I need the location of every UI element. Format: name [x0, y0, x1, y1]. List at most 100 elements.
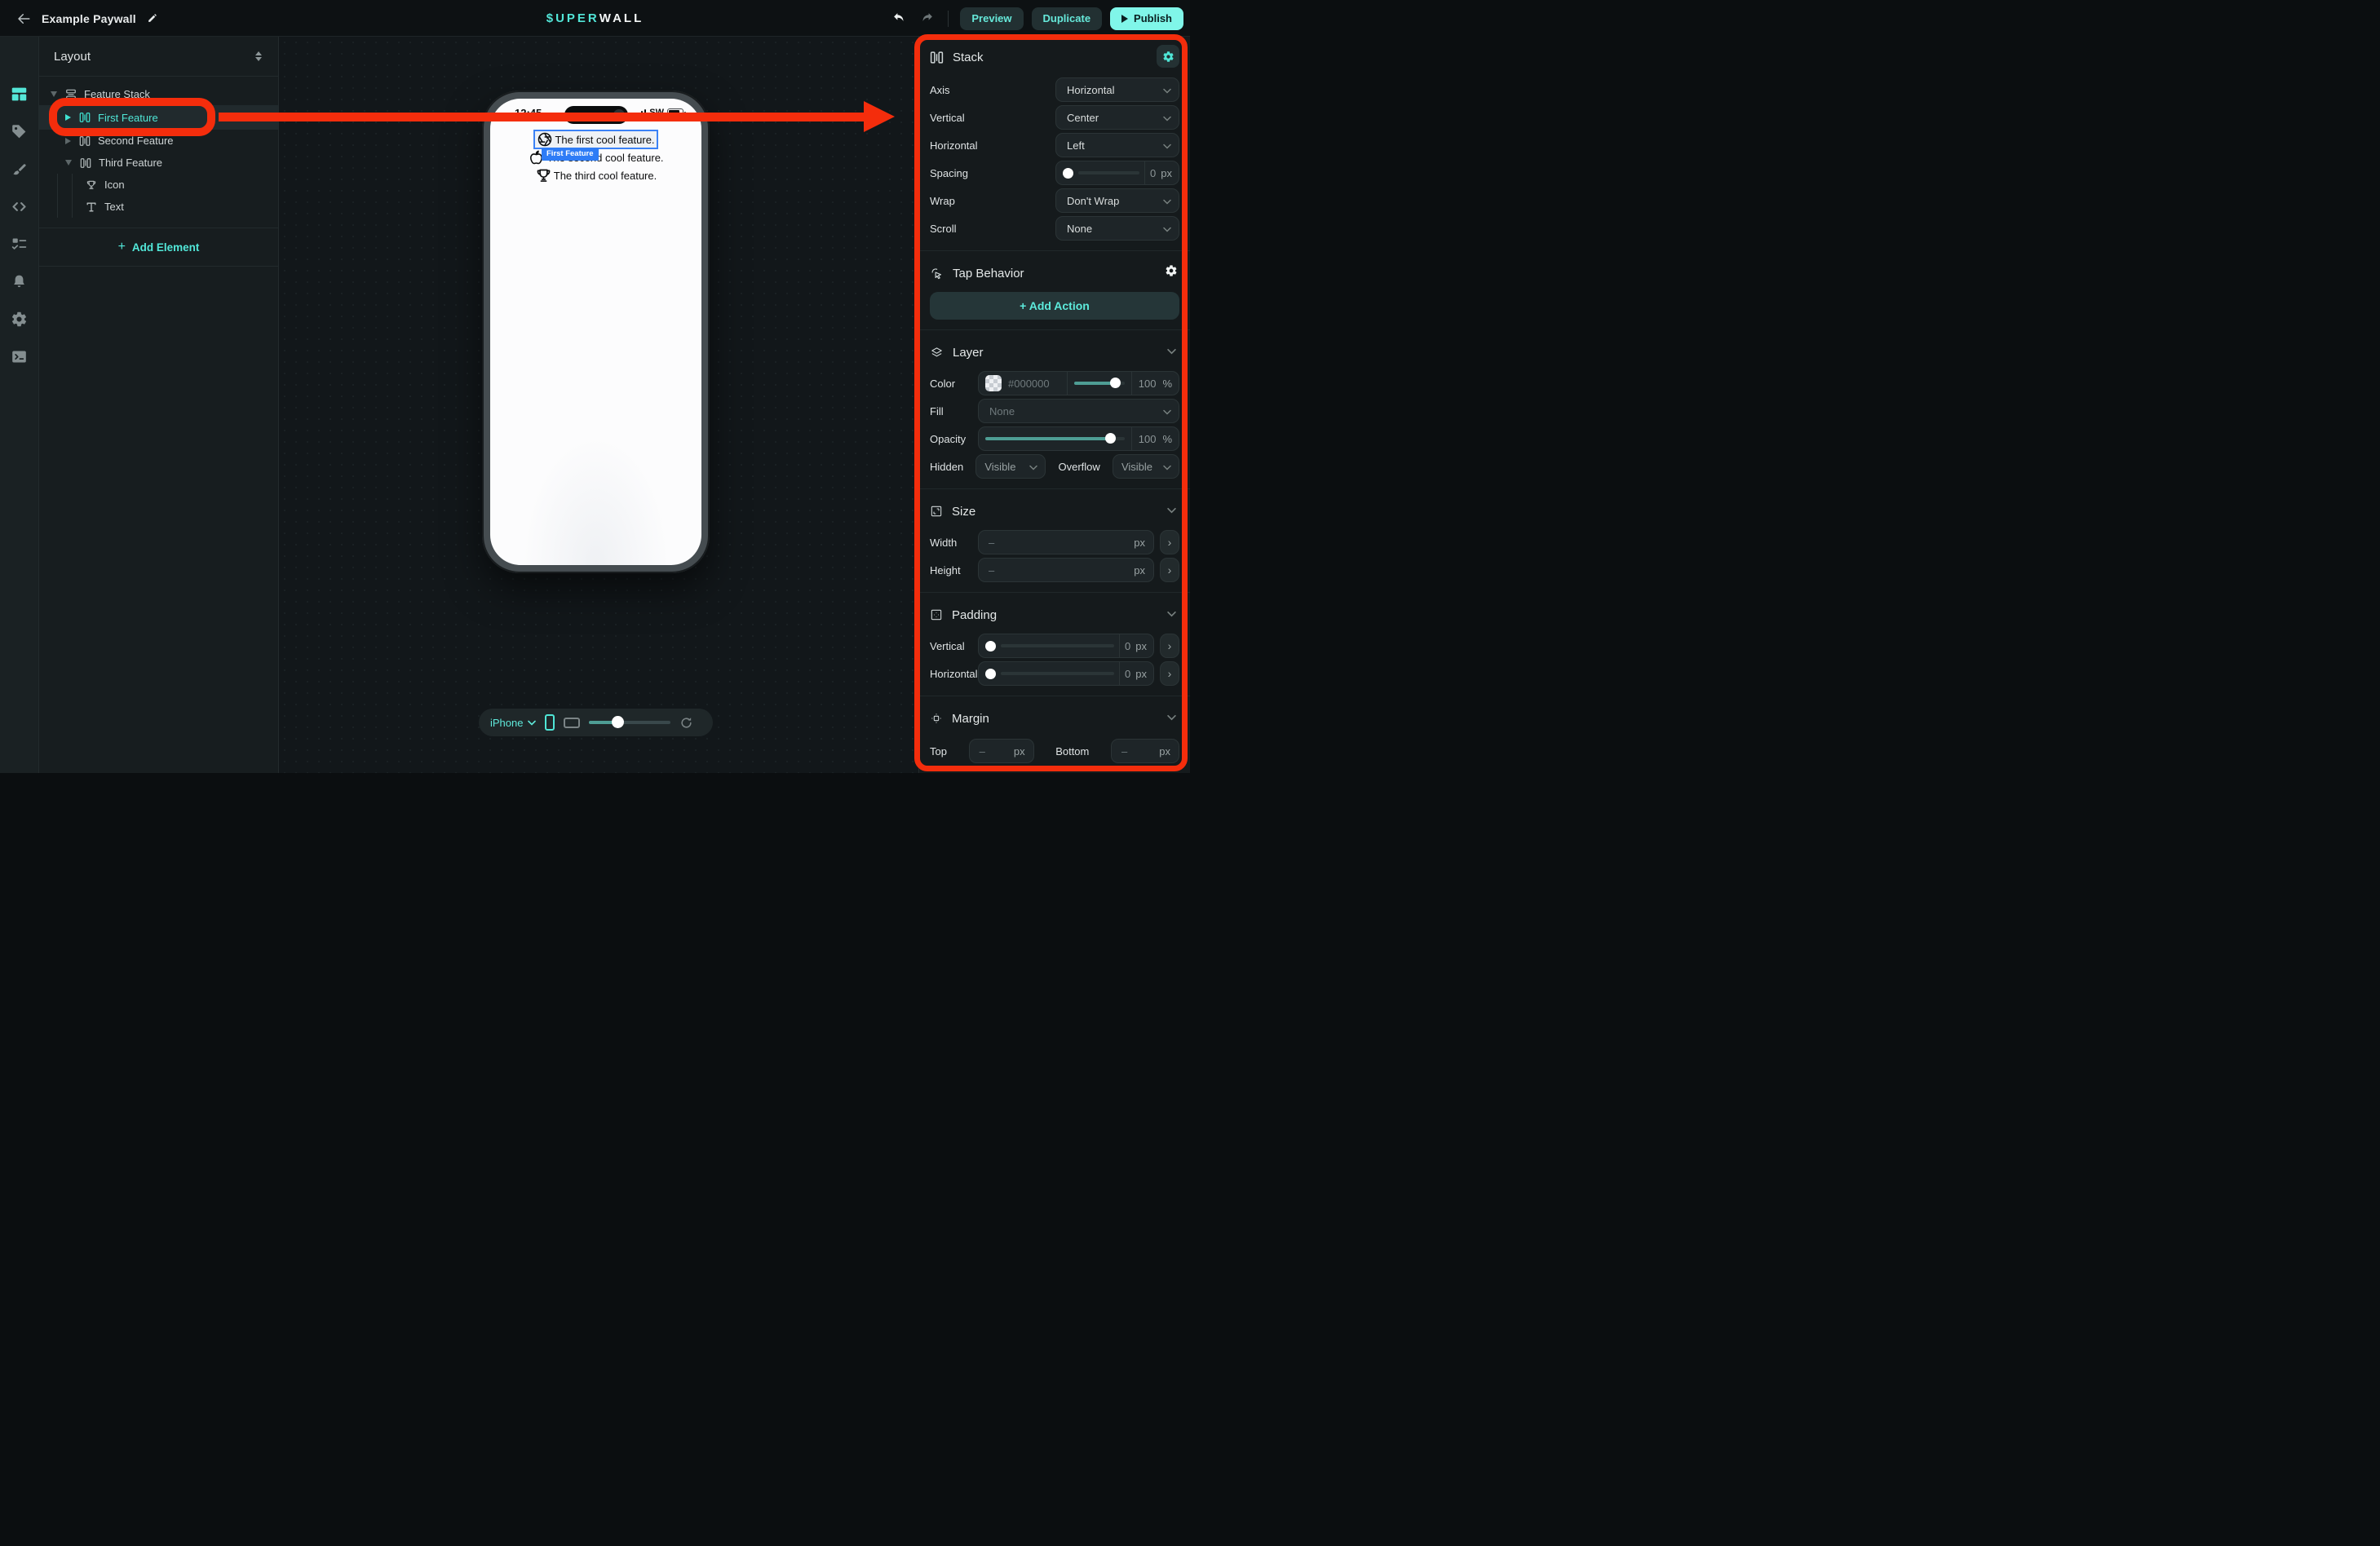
add-element-button[interactable]: + Add Element — [39, 228, 278, 267]
publish-button[interactable]: Publish — [1110, 7, 1183, 30]
zoom-slider-knob[interactable] — [612, 716, 624, 728]
tree-item-label: Second Feature — [98, 135, 174, 147]
trophy-icon — [535, 167, 552, 184]
vertical-align-select[interactable]: Center — [1055, 105, 1179, 130]
duplicate-button[interactable]: Duplicate — [1032, 7, 1103, 30]
divider — [919, 592, 1190, 593]
refresh-icon[interactable] — [679, 716, 693, 730]
horizontal-label: Horizontal — [930, 139, 978, 152]
tree-item-third-feature[interactable]: Third Feature — [39, 152, 278, 174]
preview-button[interactable]: Preview — [960, 7, 1023, 30]
padding-horizontal-label: Horizontal — [930, 668, 978, 680]
height-input[interactable]: –px — [978, 558, 1154, 582]
rail-brush-icon[interactable] — [7, 157, 32, 182]
selected-element-outline[interactable]: The first cool feature. — [533, 130, 657, 149]
vertical-label: Vertical — [930, 112, 965, 124]
caret-down-icon[interactable] — [65, 160, 72, 166]
chevron-down-icon — [1163, 88, 1171, 94]
spacing-slider-knob[interactable] — [1063, 168, 1073, 179]
dynamic-island — [564, 106, 628, 124]
color-alpha-knob[interactable] — [1110, 378, 1121, 388]
fill-select[interactable]: None — [978, 399, 1179, 423]
tree-guide-line — [72, 196, 73, 218]
padding-horizontal-stepper[interactable]: › — [1160, 661, 1179, 686]
spacing-label: Spacing — [930, 167, 968, 179]
feature-row-1[interactable]: The first cool feature. — [490, 130, 701, 149]
tree-item-label: Feature Stack — [84, 88, 150, 100]
hstack-icon — [78, 111, 91, 124]
collapse-chevron-icon[interactable] — [1167, 348, 1176, 355]
tree-guide-line — [72, 174, 73, 196]
tree-item-second-feature[interactable]: Second Feature — [39, 130, 278, 152]
redo-icon[interactable] — [917, 9, 936, 29]
add-action-button[interactable]: + Add Action — [930, 292, 1179, 320]
caret-right-icon[interactable] — [65, 138, 71, 144]
width-stepper-button[interactable]: › — [1160, 530, 1179, 554]
layout-sort-icon[interactable] — [255, 51, 262, 61]
margin-bottom-input[interactable]: –px — [1111, 739, 1179, 763]
rail-gear-icon[interactable] — [7, 307, 32, 331]
collapse-chevron-icon[interactable] — [1167, 507, 1176, 514]
padding-section-header: Padding — [930, 603, 1179, 627]
padding-vertical-label: Vertical — [930, 640, 965, 652]
tree-item-icon[interactable]: Icon — [39, 174, 278, 196]
tap-settings-gear-icon[interactable] — [1165, 264, 1178, 277]
tree-item-first-feature[interactable]: First Feature — [39, 105, 278, 130]
height-stepper-button[interactable]: › — [1160, 558, 1179, 582]
stack-section-header: Stack — [930, 45, 1179, 69]
margin-icon — [930, 712, 943, 725]
padding-vertical-stepper[interactable]: › — [1160, 634, 1179, 658]
color-percent[interactable]: 100 — [1139, 378, 1157, 390]
scroll-select[interactable]: None — [1055, 216, 1179, 241]
chevron-down-icon — [1163, 465, 1171, 470]
padding-horizontal-slider[interactable] — [1001, 672, 1114, 675]
opacity-knob[interactable] — [1105, 433, 1116, 444]
padding-horizontal-value[interactable]: 0 — [1125, 668, 1130, 680]
spacing-slider[interactable] — [1078, 171, 1139, 174]
chevron-down-icon — [1163, 409, 1171, 415]
caret-down-icon[interactable] — [51, 91, 57, 97]
color-swatch[interactable] — [985, 375, 1002, 391]
portrait-orientation-icon[interactable] — [545, 714, 555, 731]
spacing-value[interactable]: 0 — [1150, 167, 1156, 179]
caret-right-icon[interactable] — [65, 114, 71, 121]
camera-dot — [613, 109, 625, 121]
padding-vertical-knob[interactable] — [985, 641, 996, 652]
tree-item-feature-stack[interactable]: Feature Stack — [39, 83, 278, 105]
feature-row-3[interactable]: The third cool feature. — [490, 167, 701, 184]
wrap-select[interactable]: Don't Wrap — [1055, 188, 1179, 213]
rail-tag-icon[interactable] — [7, 119, 32, 144]
padding-vertical-slider[interactable] — [1001, 644, 1114, 647]
stack-settings-gear-icon[interactable] — [1157, 45, 1179, 68]
tree-item-label: Text — [104, 201, 124, 213]
rail-terminal-icon[interactable] — [7, 344, 32, 369]
aperture-icon — [537, 131, 553, 148]
landscape-orientation-icon[interactable] — [564, 718, 580, 728]
rail-bell-icon[interactable] — [7, 269, 32, 294]
margin-top-input[interactable]: –px — [969, 739, 1034, 763]
vstack-icon — [64, 88, 77, 101]
padding-horizontal-knob[interactable] — [985, 669, 996, 679]
battery-icon — [667, 108, 683, 117]
rail-code-icon[interactable] — [7, 194, 32, 219]
opacity-slider[interactable] — [985, 437, 1125, 440]
collapse-chevron-icon[interactable] — [1167, 714, 1176, 721]
divider — [919, 488, 1190, 489]
tree-item-text[interactable]: Text — [39, 196, 278, 218]
horizontal-align-select[interactable]: Left — [1055, 133, 1179, 157]
hidden-select[interactable]: Visible — [975, 454, 1046, 479]
collapse-chevron-icon[interactable] — [1167, 611, 1176, 617]
tree-item-label: Icon — [104, 179, 125, 191]
undo-icon[interactable] — [889, 9, 909, 29]
width-input[interactable]: –px — [978, 530, 1154, 554]
color-hex-input[interactable]: #000000 — [1008, 378, 1060, 390]
overflow-select[interactable]: Visible — [1113, 454, 1179, 479]
axis-select[interactable]: Horizontal — [1055, 77, 1179, 102]
zoom-slider[interactable] — [589, 717, 670, 728]
rail-checklist-icon[interactable] — [7, 232, 32, 256]
rail-layout-icon[interactable] — [7, 82, 32, 106]
color-alpha-slider[interactable] — [1074, 382, 1125, 385]
opacity-percent[interactable]: 100 — [1139, 433, 1157, 445]
padding-vertical-value[interactable]: 0 — [1125, 640, 1130, 652]
device-select[interactable]: iPhone — [490, 717, 536, 729]
